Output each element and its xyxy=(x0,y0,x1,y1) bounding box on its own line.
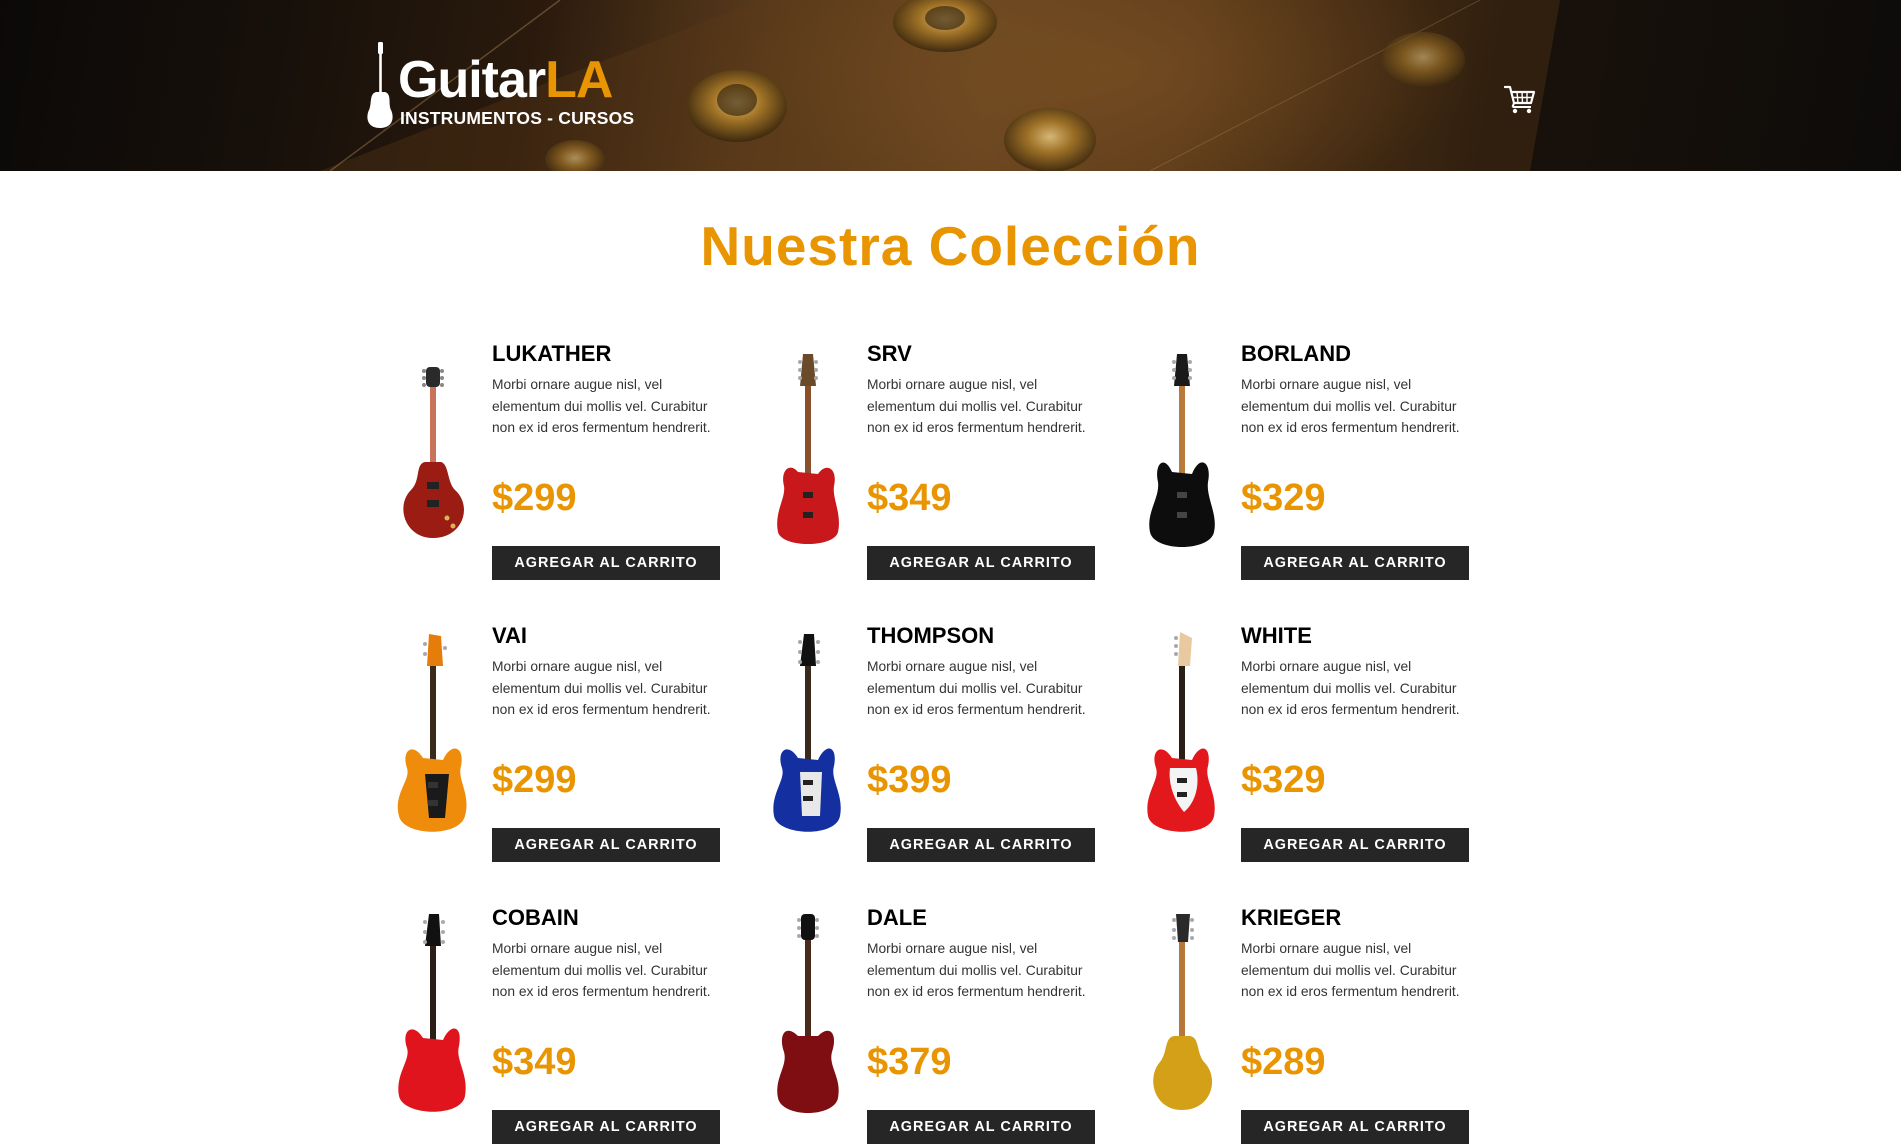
guitar-borland-image xyxy=(1149,354,1215,547)
product-description: Morbi ornare augue nisl, vel elementum d… xyxy=(867,941,1086,999)
product-description: Morbi ornare augue nisl, vel elementum d… xyxy=(1241,941,1460,999)
product-name: White xyxy=(1241,623,1312,648)
product-card: White Morbi ornare augue nisl, vel eleme… xyxy=(1134,624,1494,864)
product-name: SRV xyxy=(867,341,912,366)
add-to-cart-button[interactable]: Agregar al Carrito xyxy=(1241,828,1469,862)
product-price: $349 xyxy=(492,1041,577,1083)
add-to-cart-button[interactable]: Agregar al Carrito xyxy=(867,828,1095,862)
product-name: Vai xyxy=(492,623,528,648)
guitar-logo-icon xyxy=(367,42,393,128)
product-description: Morbi ornare augue nisl, vel elementum d… xyxy=(867,659,1086,717)
product-card: Dale Morbi ornare augue nisl, vel elemen… xyxy=(760,906,1120,1146)
logo-word-la: LA xyxy=(545,51,613,109)
product-card: Cobain Morbi ornare augue nisl, vel elem… xyxy=(385,906,745,1146)
logo-subtitle: INSTRUMENTOS - CURSOS xyxy=(400,108,635,128)
guitar-dale-image xyxy=(777,914,839,1113)
cart-button[interactable] xyxy=(1503,84,1536,114)
product-description: Morbi ornare augue nisl, vel elementum d… xyxy=(1241,377,1460,435)
product-card: Borland Morbi ornare augue nisl, vel ele… xyxy=(1134,342,1494,582)
guitar-lukather-image xyxy=(403,367,464,538)
product-price: $379 xyxy=(867,1041,952,1083)
product-name: Thompson xyxy=(867,623,995,648)
logo-word-guitar: Guitar xyxy=(398,51,546,109)
product-name: Lukather xyxy=(492,341,612,366)
add-to-cart-button[interactable]: Agregar al Carrito xyxy=(492,828,720,862)
header-background-decoration xyxy=(320,0,1560,171)
logo-wordmark: GuitarLA xyxy=(398,51,613,109)
add-to-cart-button[interactable]: Agregar al Carrito xyxy=(492,546,720,580)
site-header: GuitarLA INSTRUMENTOS - CURSOS xyxy=(0,0,1901,171)
guitar-white-image xyxy=(1147,632,1215,832)
product-description: Morbi ornare augue nisl, vel elementum d… xyxy=(492,377,711,435)
add-to-cart-button[interactable]: Agregar al Carrito xyxy=(1241,546,1469,580)
guitar-srv-image xyxy=(777,354,839,544)
product-card: Thompson Morbi ornare augue nisl, vel el… xyxy=(760,624,1120,864)
product-price: $349 xyxy=(867,477,952,519)
add-to-cart-button[interactable]: Agregar al Carrito xyxy=(867,546,1095,580)
shopping-cart-icon xyxy=(1503,85,1536,114)
product-description: Morbi ornare augue nisl, vel elementum d… xyxy=(1241,659,1460,717)
guitar-thompson-image xyxy=(773,634,841,832)
guitar-cobain-image xyxy=(398,914,466,1112)
site-logo[interactable]: GuitarLA INSTRUMENTOS - CURSOS xyxy=(366,42,666,130)
product-card: Vai Morbi ornare augue nisl, vel element… xyxy=(385,624,745,864)
product-card: SRV Morbi ornare augue nisl, vel element… xyxy=(760,342,1120,582)
main-content: Nuestra Colección Lukather Morbi ornare … xyxy=(0,171,1901,1144)
page-title: Nuestra Colección xyxy=(700,215,1201,277)
product-price: $329 xyxy=(1241,477,1326,519)
product-card: Krieger Morbi ornare augue nisl, vel ele… xyxy=(1134,906,1494,1146)
product-price: $399 xyxy=(867,759,952,801)
product-name: Krieger xyxy=(1241,905,1342,930)
product-price: $329 xyxy=(1241,759,1326,801)
guitar-krieger-image xyxy=(1153,914,1213,1110)
add-to-cart-button[interactable]: Agregar al Carrito xyxy=(492,1110,720,1144)
product-price: $299 xyxy=(492,477,577,519)
product-name: Cobain xyxy=(492,905,579,930)
product-name: Dale xyxy=(867,905,927,930)
product-name: Borland xyxy=(1241,341,1351,366)
add-to-cart-button[interactable]: Agregar al Carrito xyxy=(867,1110,1095,1144)
product-card: Lukather Morbi ornare augue nisl, vel el… xyxy=(385,342,745,582)
product-price: $299 xyxy=(492,759,577,801)
guitar-vai-image xyxy=(397,634,467,832)
add-to-cart-button[interactable]: Agregar al Carrito xyxy=(1241,1110,1469,1144)
product-price: $289 xyxy=(1241,1041,1326,1083)
product-description: Morbi ornare augue nisl, vel elementum d… xyxy=(492,941,711,999)
product-description: Morbi ornare augue nisl, vel elementum d… xyxy=(867,377,1086,435)
product-description: Morbi ornare augue nisl, vel elementum d… xyxy=(492,659,711,717)
